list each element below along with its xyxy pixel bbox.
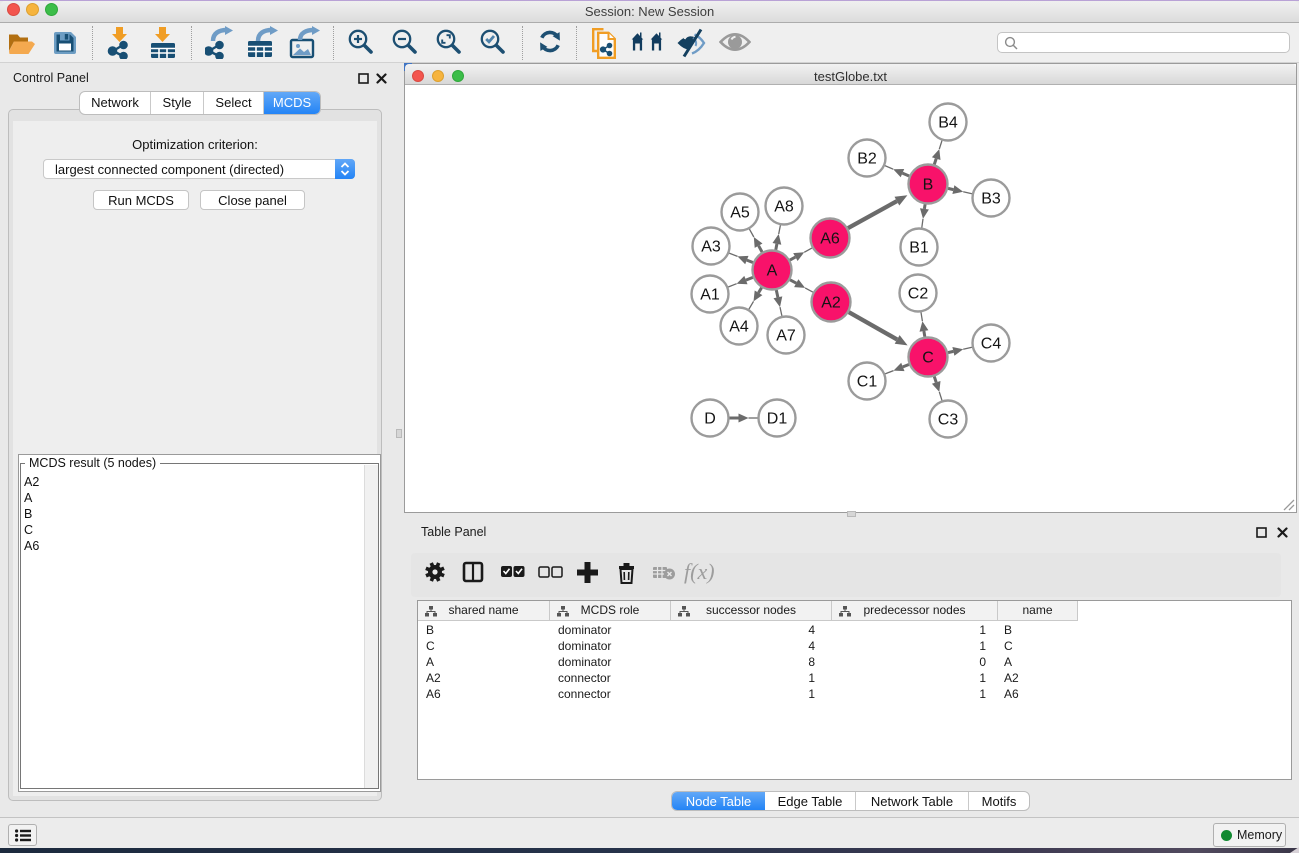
svg-text:C1: C1 [857, 374, 878, 391]
svg-text:A: A [767, 263, 778, 280]
svg-text:A5: A5 [730, 205, 750, 222]
svg-text:A4: A4 [729, 319, 749, 336]
svg-text:D1: D1 [767, 411, 788, 428]
svg-text:A2: A2 [821, 295, 841, 312]
svg-text:C: C [922, 350, 934, 367]
svg-text:A8: A8 [774, 199, 794, 216]
svg-text:D: D [704, 411, 716, 428]
svg-text:B2: B2 [857, 151, 877, 168]
svg-text:A3: A3 [701, 239, 721, 256]
svg-text:C2: C2 [908, 286, 929, 303]
svg-text:B: B [923, 177, 934, 194]
svg-text:A6: A6 [820, 231, 840, 248]
svg-text:C3: C3 [938, 412, 959, 429]
svg-text:A1: A1 [700, 287, 720, 304]
svg-text:B3: B3 [981, 191, 1001, 208]
svg-text:A7: A7 [776, 328, 796, 345]
svg-text:B1: B1 [909, 240, 929, 257]
svg-text:C4: C4 [981, 336, 1002, 353]
svg-text:B4: B4 [938, 115, 958, 132]
